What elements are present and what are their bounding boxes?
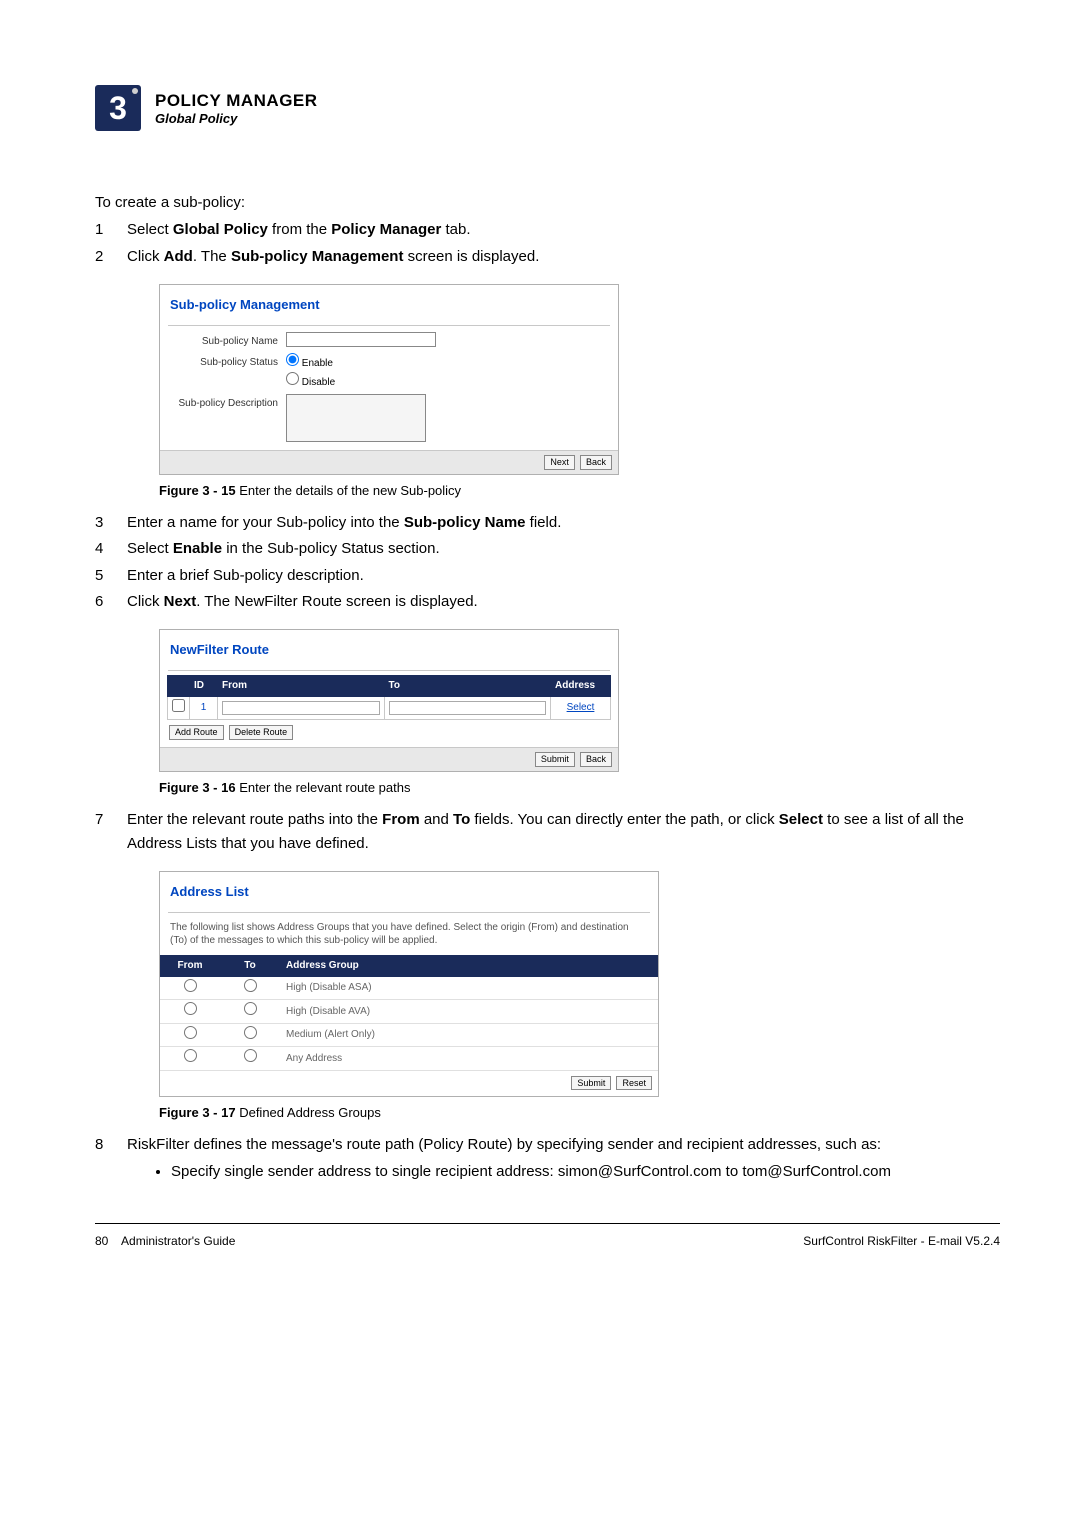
step-1: Select Global Policy from the Policy Man… [95, 218, 1000, 241]
back-button[interactable]: Back [580, 455, 612, 470]
step-2: Click Add. The Sub-policy Management scr… [95, 245, 1000, 502]
to-radio[interactable] [244, 1026, 257, 1039]
col-from: From [218, 676, 385, 697]
subpolicy-name-field[interactable] [286, 332, 436, 347]
col-to: To [384, 676, 551, 697]
step-8: RiskFilter defines the message's route p… [95, 1133, 1000, 1184]
next-button[interactable]: Next [544, 455, 575, 470]
table-row: High (Disable ASA) [160, 977, 658, 1000]
figure-3-15: Sub-policy Management Sub-policy Name Su… [159, 284, 1000, 501]
row-id: 1 [190, 696, 218, 720]
group-name: Medium (Alert Only) [280, 1023, 658, 1047]
group-name: Any Address [280, 1047, 658, 1071]
chapter-number-badge: 3 [95, 85, 141, 131]
subpolicy-name-label: Sub-policy Name [160, 332, 278, 350]
submit-button[interactable]: Submit [571, 1076, 611, 1091]
to-field[interactable] [389, 701, 547, 715]
address-list-window: Address List The following list shows Ad… [159, 871, 659, 1097]
route-row: 1 Select [168, 696, 611, 720]
figure-3-16: NewFilter Route ID From To Address 1 [159, 629, 1000, 798]
figure-3-17: Address List The following list shows Ad… [159, 871, 1000, 1123]
subpolicy-status-label: Sub-policy Status [160, 353, 278, 371]
procedure-list: Select Global Policy from the Policy Man… [95, 218, 1000, 1183]
col-id: ID [190, 676, 218, 697]
col-to: To [220, 955, 280, 977]
from-radio[interactable] [184, 1002, 197, 1015]
subpolicy-description-label: Sub-policy Description [160, 394, 278, 412]
section-subtitle: Global Policy [155, 111, 318, 126]
step-3: Enter a name for your Sub-policy into th… [95, 511, 1000, 534]
group-name: High (Disable AVA) [280, 1000, 658, 1024]
footer-left-text: Administrator's Guide [121, 1234, 235, 1248]
step-7: Enter the relevant route paths into the … [95, 808, 1000, 1122]
from-radio[interactable] [184, 1026, 197, 1039]
figure-3-16-caption: Figure 3 - 16 Enter the relevant route p… [159, 778, 1000, 798]
window-title: Address List [160, 872, 658, 908]
to-radio[interactable] [244, 979, 257, 992]
to-radio[interactable] [244, 1002, 257, 1015]
from-radio[interactable] [184, 1049, 197, 1062]
status-disable-radio[interactable]: Disable [286, 377, 335, 388]
col-address: Address [551, 676, 611, 697]
reset-button[interactable]: Reset [616, 1076, 652, 1091]
body-content: To create a sub-policy: Select Global Po… [95, 191, 1000, 1251]
table-row: High (Disable AVA) [160, 1000, 658, 1024]
route-table: ID From To Address 1 Select [167, 675, 611, 720]
section-title: POLICY MANAGER [155, 91, 318, 111]
subpolicy-management-window: Sub-policy Management Sub-policy Name Su… [159, 284, 619, 475]
step-6: Click Next. The NewFilter Route screen i… [95, 590, 1000, 799]
page-header: 3 POLICY MANAGER Global Policy [95, 85, 1000, 131]
step-5: Enter a brief Sub-policy description. [95, 564, 1000, 587]
footer-rule [95, 1223, 1000, 1224]
from-field[interactable] [222, 701, 380, 715]
bullet-item: Specify single sender address to single … [171, 1160, 1000, 1183]
group-name: High (Disable ASA) [280, 977, 658, 1000]
window-title: Sub-policy Management [160, 285, 618, 321]
col-address-group: Address Group [280, 955, 658, 977]
newfilter-route-window: NewFilter Route ID From To Address 1 [159, 629, 619, 772]
col-checkbox [168, 676, 190, 697]
window-title: NewFilter Route [160, 630, 618, 666]
delete-route-button[interactable]: Delete Route [229, 725, 294, 740]
step-4: Select Enable in the Sub-policy Status s… [95, 537, 1000, 560]
figure-3-17-caption: Figure 3 - 17 Defined Address Groups [159, 1103, 1000, 1123]
page-number: 80 [95, 1234, 108, 1248]
table-row: Any Address [160, 1047, 658, 1071]
back-button[interactable]: Back [580, 752, 612, 767]
row-checkbox[interactable] [172, 699, 185, 712]
select-link[interactable]: Select [567, 702, 595, 713]
footer-right-text: SurfControl RiskFilter - E-mail V5.2.4 [803, 1232, 1000, 1251]
submit-button[interactable]: Submit [535, 752, 575, 767]
page-footer: 80 Administrator's Guide SurfControl Ris… [95, 1232, 1000, 1251]
address-group-table: From To Address Group High (Disable ASA) [160, 955, 658, 1071]
address-list-description: The following list shows Address Groups … [160, 917, 658, 955]
to-radio[interactable] [244, 1049, 257, 1062]
intro-text: To create a sub-policy: [95, 191, 1000, 214]
subpolicy-description-field[interactable] [286, 394, 426, 442]
status-enable-radio[interactable]: Enable [286, 358, 333, 369]
add-route-button[interactable]: Add Route [169, 725, 224, 740]
col-from: From [160, 955, 220, 977]
table-row: Medium (Alert Only) [160, 1023, 658, 1047]
from-radio[interactable] [184, 979, 197, 992]
figure-3-15-caption: Figure 3 - 15 Enter the details of the n… [159, 481, 1000, 501]
